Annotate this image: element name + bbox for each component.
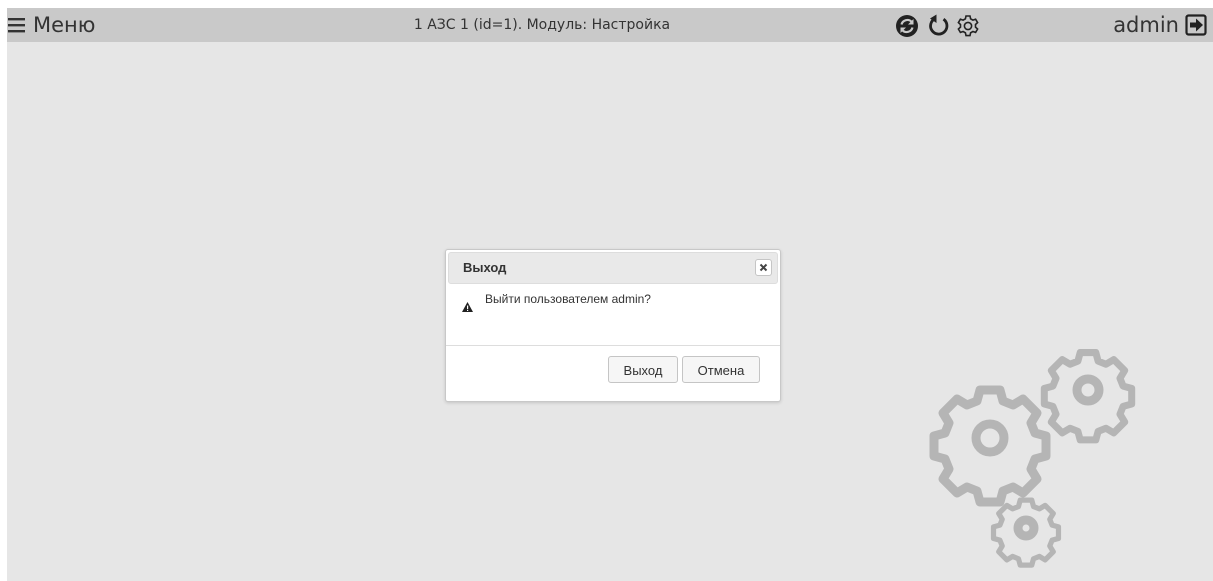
close-icon <box>759 263 768 272</box>
logout-icon[interactable] <box>1185 14 1207 36</box>
page-title-text: 1 АЗС 1 (id=1). Модуль: Настройка <box>413 17 671 33</box>
settings-icon[interactable] <box>956 14 980 38</box>
sync-icon[interactable] <box>895 14 919 38</box>
dialog-title: Выход <box>463 260 507 275</box>
menu-button[interactable]: Меню <box>7 8 95 42</box>
cancel-button[interactable]: Отмена <box>682 356 760 383</box>
dialog-close-button[interactable] <box>755 259 772 276</box>
dialog-message: Выйти пользователем admin? <box>485 292 651 306</box>
user-name: admin <box>1113 13 1179 37</box>
refresh-icon[interactable] <box>927 14 951 38</box>
app-container: Меню 1 АЗС 1 (id=1). Модуль: Настройка a… <box>7 8 1213 581</box>
user-area: admin <box>1113 8 1207 42</box>
top-bar: Меню 1 АЗС 1 (id=1). Модуль: Настройка a… <box>7 8 1213 42</box>
page-title: 1 АЗС 1 (id=1). Модуль: Настройка <box>7 8 1213 42</box>
dialog-divider <box>446 345 780 346</box>
hamburger-icon <box>8 18 25 33</box>
confirm-logout-button[interactable]: Выход <box>608 356 678 383</box>
gears-decoration-icon <box>919 328 1159 568</box>
warning-icon <box>462 302 473 312</box>
dialog-header: Выход <box>448 252 778 284</box>
logout-dialog: Выход Выйти пользователем admin? Выход О… <box>445 249 781 402</box>
menu-label: Меню <box>33 13 96 37</box>
